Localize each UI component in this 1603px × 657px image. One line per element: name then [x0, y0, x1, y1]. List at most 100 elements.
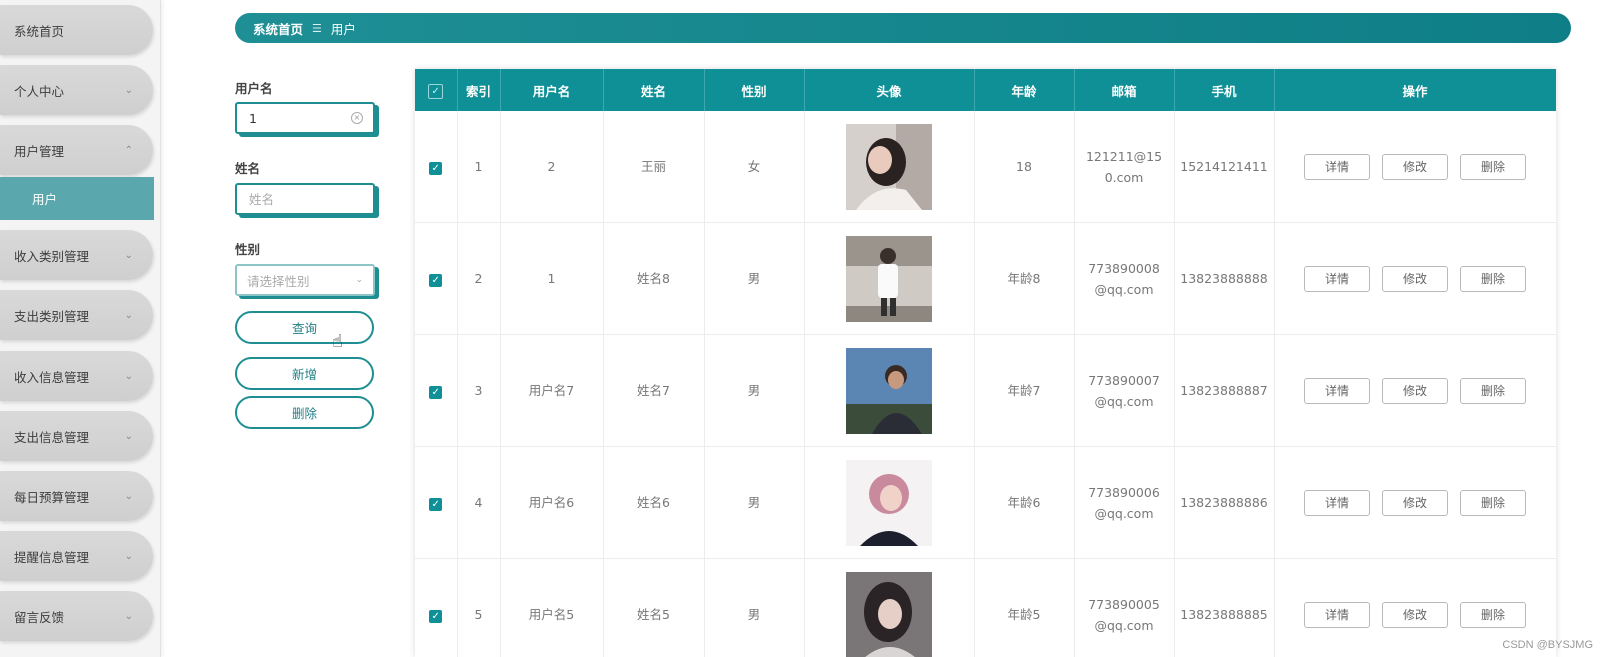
table-row: ✓ 5 用户名5 姓名5 男 年龄5 773890005@qq.com 1382… — [415, 558, 1556, 657]
cell-email: 773890008@qq.com — [1074, 222, 1175, 335]
sidebar-item-expense-category[interactable]: 支出类别管理 ⌄ — [0, 290, 153, 340]
row-delete-button[interactable]: 删除 — [1459, 265, 1526, 292]
check-icon: ✓ — [429, 498, 443, 511]
cell-email: 121211@150.com — [1074, 111, 1175, 223]
check-icon: ✓ — [429, 162, 443, 175]
cell-phone: 15214121411 — [1174, 111, 1275, 223]
row-checkbox[interactable]: ✓ — [415, 558, 458, 657]
detail-button[interactable]: 详情 — [1304, 601, 1371, 628]
chevron-up-icon: ⌃ — [124, 144, 133, 156]
row-checkbox[interactable]: ✓ — [415, 222, 458, 335]
detail-button[interactable]: 详情 — [1304, 265, 1371, 292]
table-header-row: ✓ 索引 用户名 姓名 性别 头像 年龄 邮箱 手机 操作 — [415, 69, 1556, 111]
sidebar-item-expense-info[interactable]: 支出信息管理 ⌄ — [0, 411, 153, 461]
column-header-gender: 性别 — [704, 69, 805, 111]
sidebar-item-label: 支出信息管理 — [14, 429, 90, 445]
chevron-down-icon: ⌄ — [124, 550, 133, 562]
cell-username: 用户名6 — [500, 446, 604, 559]
sidebar-item-label: 每日预算管理 — [14, 489, 90, 505]
edit-button[interactable]: 修改 — [1382, 377, 1448, 404]
cell-age: 年龄7 — [974, 334, 1075, 447]
gender-select-placeholder: 请选择性别 — [247, 273, 310, 289]
edit-button[interactable]: 修改 — [1382, 489, 1448, 516]
column-header-username: 用户名 — [500, 69, 604, 111]
edit-button[interactable]: 修改 — [1382, 601, 1448, 628]
clear-icon[interactable]: × — [351, 112, 363, 124]
cell-gender: 男 — [704, 222, 805, 335]
sidebar-item-reminder-info[interactable]: 提醒信息管理 ⌄ — [0, 531, 153, 581]
row-checkbox[interactable]: ✓ — [415, 334, 458, 447]
table-row: ✓ 4 用户名6 姓名6 男 年龄6 773890006@qq.com 1382… — [415, 446, 1556, 559]
cell-phone: 13823888886 — [1174, 446, 1275, 559]
cell-email: 773890005@qq.com — [1074, 558, 1175, 657]
detail-button[interactable]: 详情 — [1304, 489, 1371, 516]
cell-actions: 详情 修改 删除 — [1274, 334, 1556, 447]
cell-age: 18 — [974, 111, 1075, 223]
username-input[interactable] — [247, 109, 351, 127]
cell-name: 姓名6 — [603, 446, 705, 559]
column-header-index: 索引 — [457, 69, 501, 111]
sidebar-item-label: 支出类别管理 — [14, 308, 90, 324]
check-icon: ✓ — [429, 610, 443, 623]
menu-icon: ☰ — [312, 21, 322, 35]
column-header-age: 年龄 — [974, 69, 1075, 111]
cell-actions: 详情 修改 删除 — [1274, 111, 1556, 223]
cell-age: 年龄8 — [974, 222, 1075, 335]
sidebar-item-home[interactable]: 系统首页 — [0, 5, 153, 55]
select-all-checkbox[interactable]: ✓ — [415, 69, 458, 111]
column-header-phone: 手机 — [1174, 69, 1275, 111]
sidebar-item-label: 提醒信息管理 — [14, 549, 90, 565]
sidebar-item-daily-budget[interactable]: 每日预算管理 ⌄ — [0, 471, 153, 521]
watermark: CSDN @BYSJMG — [1502, 639, 1593, 651]
name-label: 姓名 — [235, 161, 261, 176]
cell-index: 2 — [457, 222, 501, 335]
cell-avatar — [804, 334, 975, 447]
detail-button[interactable]: 详情 — [1304, 377, 1371, 404]
cell-phone: 13823888885 — [1174, 558, 1275, 657]
cell-age: 年龄5 — [974, 558, 1075, 657]
breadcrumb-home[interactable]: 系统首页 — [253, 19, 303, 38]
query-button[interactable]: 查询 — [235, 311, 374, 344]
chevron-down-icon: ⌄ — [355, 275, 363, 285]
row-delete-button[interactable]: 删除 — [1459, 153, 1526, 180]
table-row: ✓ 1 2 王丽 女 18 121211@150.com 15214121411… — [415, 111, 1556, 223]
sidebar-subitem-label: 用户 — [32, 192, 58, 207]
column-header-avatar: 头像 — [804, 69, 975, 111]
sidebar-item-label: 收入信息管理 — [14, 369, 90, 385]
sidebar-item-user-management[interactable]: 用户管理 ⌃ — [0, 125, 153, 175]
breadcrumb-current: 用户 — [330, 21, 356, 37]
name-input[interactable] — [247, 190, 363, 208]
cell-name: 姓名7 — [603, 334, 705, 447]
cell-username: 1 — [500, 222, 604, 335]
detail-button[interactable]: 详情 — [1304, 153, 1371, 180]
row-delete-button[interactable]: 删除 — [1459, 377, 1526, 404]
cell-phone: 13823888888 — [1174, 222, 1275, 335]
sidebar: 系统首页 个人中心 ⌄ 用户管理 ⌃ 用户 收入类别管理 ⌄ 支出类别管理 ⌄ … — [0, 0, 161, 657]
row-checkbox[interactable]: ✓ — [415, 111, 458, 223]
sidebar-item-feedback[interactable]: 留言反馈 ⌄ — [0, 591, 153, 641]
avatar — [846, 571, 932, 657]
sidebar-item-personal-center[interactable]: 个人中心 ⌄ — [0, 65, 153, 115]
sidebar-item-income-category[interactable]: 收入类别管理 ⌄ — [0, 230, 153, 280]
row-delete-button[interactable]: 删除 — [1459, 489, 1526, 516]
cell-email: 773890006@qq.com — [1074, 446, 1175, 559]
delete-button[interactable]: 删除 — [235, 396, 374, 429]
user-table: ✓ 索引 用户名 姓名 性别 头像 年龄 邮箱 手机 操作 ✓ 1 2 王丽 女 — [415, 69, 1556, 657]
avatar — [846, 459, 932, 546]
row-delete-button[interactable]: 删除 — [1459, 601, 1526, 628]
chevron-down-icon: ⌄ — [124, 370, 133, 382]
column-header-actions: 操作 — [1274, 69, 1556, 111]
chevron-down-icon: ⌄ — [124, 309, 133, 321]
gender-select[interactable]: 请选择性别 ⌄ — [235, 264, 375, 296]
chevron-down-icon: ⌄ — [124, 249, 133, 261]
sidebar-item-label: 收入类别管理 — [14, 248, 90, 264]
edit-button[interactable]: 修改 — [1382, 153, 1448, 180]
sidebar-subitem-user[interactable]: 用户 — [0, 177, 154, 220]
edit-button[interactable]: 修改 — [1382, 265, 1448, 292]
cell-age: 年龄6 — [974, 446, 1075, 559]
sidebar-item-income-info[interactable]: 收入信息管理 ⌄ — [0, 351, 153, 401]
row-checkbox[interactable]: ✓ — [415, 446, 458, 559]
add-button[interactable]: 新增 — [235, 357, 374, 390]
cell-gender: 男 — [704, 558, 805, 657]
cell-avatar — [804, 111, 975, 223]
